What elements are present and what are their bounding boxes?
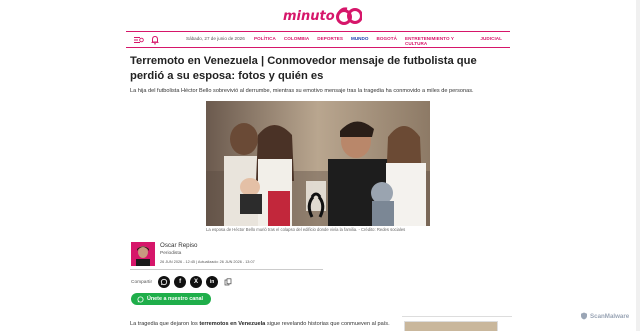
facebook-icon[interactable]: f bbox=[174, 276, 187, 288]
copy-icon[interactable] bbox=[222, 276, 234, 288]
linkedin-icon[interactable]: in bbox=[206, 276, 219, 288]
join-channel-label: Únete a nuestro canal bbox=[147, 296, 204, 302]
sidebar-thumbnail[interactable] bbox=[404, 321, 498, 331]
nav-link-politica[interactable]: POLÍTICA bbox=[254, 36, 276, 46]
article-headline: Terremoto en Venezuela | Conmovedor mens… bbox=[130, 55, 477, 82]
share-label: Compartir bbox=[131, 279, 153, 285]
shield-icon bbox=[581, 312, 587, 320]
nav-link-entretenimiento[interactable]: ENTRETENIMIENTO Y CULTURA bbox=[405, 36, 472, 46]
x-icon[interactable]: X bbox=[190, 276, 203, 288]
photo-caption: La esposa de Héctor Bello murió tras el … bbox=[206, 227, 406, 232]
publish-dates: 26 JUN 2026 - 12:45 | Actualizado: 26 JU… bbox=[160, 260, 255, 264]
nav-link-judicial[interactable]: JUDICIAL bbox=[480, 36, 502, 46]
nav-link-deportes[interactable]: DEPORTES bbox=[317, 36, 343, 46]
share-bar: Compartir f X in bbox=[131, 276, 238, 288]
site-header: minuto bbox=[0, 0, 640, 30]
author-divider bbox=[130, 269, 323, 270]
whatsapp-icon[interactable] bbox=[158, 276, 171, 288]
section-links: POLÍTICA COLOMBIA DEPORTES MUNDO BOGOTÁ … bbox=[254, 36, 510, 46]
avatar-photo bbox=[131, 242, 155, 266]
author-name[interactable]: Oscar Repiso bbox=[160, 242, 197, 249]
scanmalware-watermark: ScanMalware bbox=[580, 312, 629, 320]
article-lead: La hija del futbolista Héctor Bello sobr… bbox=[130, 88, 474, 94]
bell-icon[interactable] bbox=[150, 35, 160, 45]
article-photo bbox=[206, 101, 430, 226]
current-date: Sábado, 27 de junio de 2026 bbox=[186, 36, 245, 41]
site-logo[interactable]: minuto bbox=[283, 6, 362, 26]
family-photo-illustration bbox=[206, 101, 430, 226]
body-text-suffix: sigue revelando historias que conmueven … bbox=[265, 321, 390, 327]
body-text-prefix: La tragedia que dejaron los bbox=[130, 321, 200, 327]
author-role: Periodista bbox=[160, 251, 182, 256]
logo-60-mark bbox=[335, 7, 362, 25]
nav-link-bogota[interactable]: BOGOTÁ bbox=[377, 36, 397, 46]
sidebar-divider bbox=[402, 316, 512, 317]
main-navbar: Sábado, 27 de junio de 2026 POLÍTICA COL… bbox=[126, 31, 510, 48]
whatsapp-channel-icon bbox=[137, 295, 144, 303]
watermark-text: ScanMalware bbox=[590, 312, 630, 320]
author-avatar[interactable] bbox=[131, 242, 155, 266]
article-body-first-paragraph: La tragedia que dejaron los terremotos e… bbox=[130, 321, 390, 327]
nav-link-mundo[interactable]: MUNDO bbox=[351, 36, 369, 46]
menu-search-icon[interactable] bbox=[134, 35, 144, 45]
page-scrollbar[interactable] bbox=[636, 0, 640, 331]
body-link-terremotos[interactable]: terremotos en Venezuela bbox=[199, 321, 265, 327]
nav-link-colombia[interactable]: COLOMBIA bbox=[284, 36, 309, 46]
logo-text: minuto bbox=[283, 8, 335, 24]
join-channel-button[interactable]: Únete a nuestro canal bbox=[131, 293, 211, 305]
